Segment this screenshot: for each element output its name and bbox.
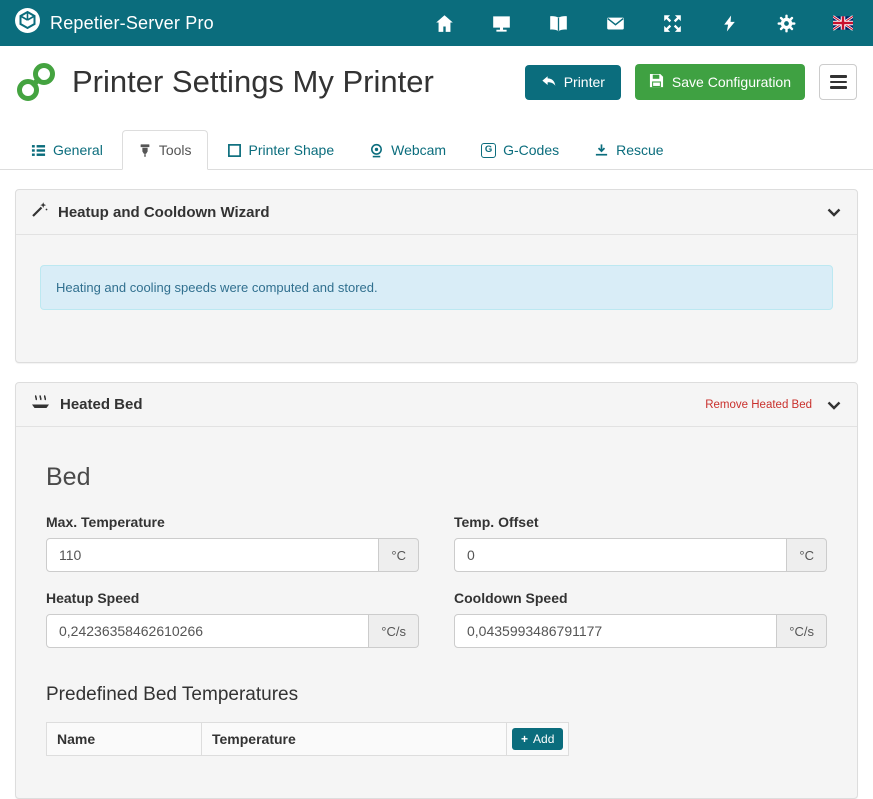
page-title: Printer Settings My Printer bbox=[72, 64, 525, 100]
reply-arrow-icon bbox=[541, 74, 556, 91]
manual-book-icon[interactable] bbox=[548, 13, 568, 33]
heatup-speed-unit: °C/s bbox=[369, 614, 419, 648]
wizard-panel-heading[interactable]: Heatup and Cooldown Wizard bbox=[16, 190, 857, 235]
back-to-printer-button[interactable]: Printer bbox=[525, 65, 621, 100]
temp-offset-unit: °C bbox=[787, 538, 827, 572]
settings-tabs: General Tools Printer Shape Webcam G G-C… bbox=[0, 116, 873, 170]
gcode-icon: G bbox=[481, 143, 496, 158]
power-bolt-icon[interactable] bbox=[719, 13, 739, 33]
page-header: Printer Settings My Printer Printer Save… bbox=[0, 46, 873, 116]
table-header-row: Name Temperature + Add bbox=[47, 723, 569, 756]
field-max-temperature: Max. Temperature °C bbox=[46, 496, 419, 572]
brand[interactable]: Repetier-Server Pro bbox=[14, 7, 214, 39]
cooldown-speed-input[interactable] bbox=[454, 614, 777, 648]
save-floppy-icon bbox=[649, 73, 664, 91]
heated-bed-panel-heading[interactable]: Heated Bed Remove Heated Bed bbox=[16, 383, 857, 427]
heated-bed-panel-body: Bed Max. Temperature °C Temp. Offset °C … bbox=[16, 427, 857, 798]
cooldown-speed-label: Cooldown Speed bbox=[454, 590, 827, 606]
max-temperature-input[interactable] bbox=[46, 538, 379, 572]
heatup-speed-label: Heatup Speed bbox=[46, 590, 419, 606]
printers-display-icon[interactable] bbox=[491, 13, 511, 33]
field-heatup-speed: Heatup Speed °C/s bbox=[46, 572, 419, 648]
max-temperature-label: Max. Temperature bbox=[46, 514, 419, 530]
heated-bed-icon bbox=[31, 394, 50, 415]
add-button-cell: + Add bbox=[507, 723, 569, 756]
plus-icon: + bbox=[521, 733, 528, 745]
tab-rescue[interactable]: Rescue bbox=[578, 130, 679, 170]
heatup-speed-input[interactable] bbox=[46, 614, 369, 648]
tab-general[interactable]: General bbox=[15, 130, 119, 170]
wizard-info-alert: Heating and cooling speeds were computed… bbox=[40, 265, 833, 310]
predefined-temperatures-table: Name Temperature + Add bbox=[46, 722, 569, 756]
wizard-collapse-chevron-icon[interactable] bbox=[826, 204, 842, 220]
bed-section-title: Bed bbox=[46, 427, 827, 492]
temp-offset-label: Temp. Offset bbox=[454, 514, 827, 530]
heated-bed-panel: Heated Bed Remove Heated Bed Bed Max. Te… bbox=[15, 382, 858, 799]
settings-gear-icon[interactable] bbox=[776, 13, 796, 33]
fullscreen-arrows-icon[interactable] bbox=[662, 13, 682, 33]
printer-link-chain-icon bbox=[14, 60, 58, 104]
top-navbar: Repetier-Server Pro bbox=[0, 0, 873, 46]
wizard-panel-title: Heatup and Cooldown Wizard bbox=[58, 204, 270, 221]
heated-bed-panel-title: Heated Bed bbox=[60, 396, 143, 413]
temperature-column-header: Temperature bbox=[202, 723, 507, 756]
hamburger-menu-button[interactable] bbox=[819, 64, 857, 100]
name-column-header: Name bbox=[47, 723, 202, 756]
predefined-bed-temperatures-title: Predefined Bed Temperatures bbox=[46, 684, 827, 706]
cooldown-speed-unit: °C/s bbox=[777, 614, 827, 648]
heated-bed-collapse-chevron-icon[interactable] bbox=[826, 397, 842, 413]
brand-title: Repetier-Server Pro bbox=[50, 13, 214, 34]
language-flag-icon[interactable] bbox=[833, 13, 853, 33]
navbar-icon-group bbox=[434, 13, 859, 33]
field-cooldown-speed: Cooldown Speed °C/s bbox=[454, 572, 827, 648]
max-temperature-unit: °C bbox=[379, 538, 419, 572]
remove-heated-bed-link[interactable]: Remove Heated Bed bbox=[705, 399, 812, 411]
field-temp-offset: Temp. Offset °C bbox=[454, 496, 827, 572]
tab-gcodes[interactable]: G G-Codes bbox=[465, 130, 575, 170]
magic-wand-icon bbox=[31, 201, 48, 223]
tab-printer-shape[interactable]: Printer Shape bbox=[211, 130, 351, 170]
heatup-cooldown-wizard-panel: Heatup and Cooldown Wizard Heating and c… bbox=[15, 189, 858, 363]
bed-settings-form: Max. Temperature °C Temp. Offset °C Heat… bbox=[46, 496, 827, 648]
wizard-panel-body: Heating and cooling speeds were computed… bbox=[16, 235, 857, 362]
tab-tools[interactable]: Tools bbox=[122, 130, 208, 170]
messages-envelope-icon[interactable] bbox=[605, 13, 625, 33]
add-temperature-button[interactable]: + Add bbox=[512, 728, 563, 750]
tab-webcam[interactable]: Webcam bbox=[353, 130, 462, 170]
repetier-logo-icon bbox=[14, 7, 41, 39]
save-configuration-button[interactable]: Save Configuration bbox=[635, 64, 805, 100]
home-icon[interactable] bbox=[434, 13, 454, 33]
temp-offset-input[interactable] bbox=[454, 538, 787, 572]
